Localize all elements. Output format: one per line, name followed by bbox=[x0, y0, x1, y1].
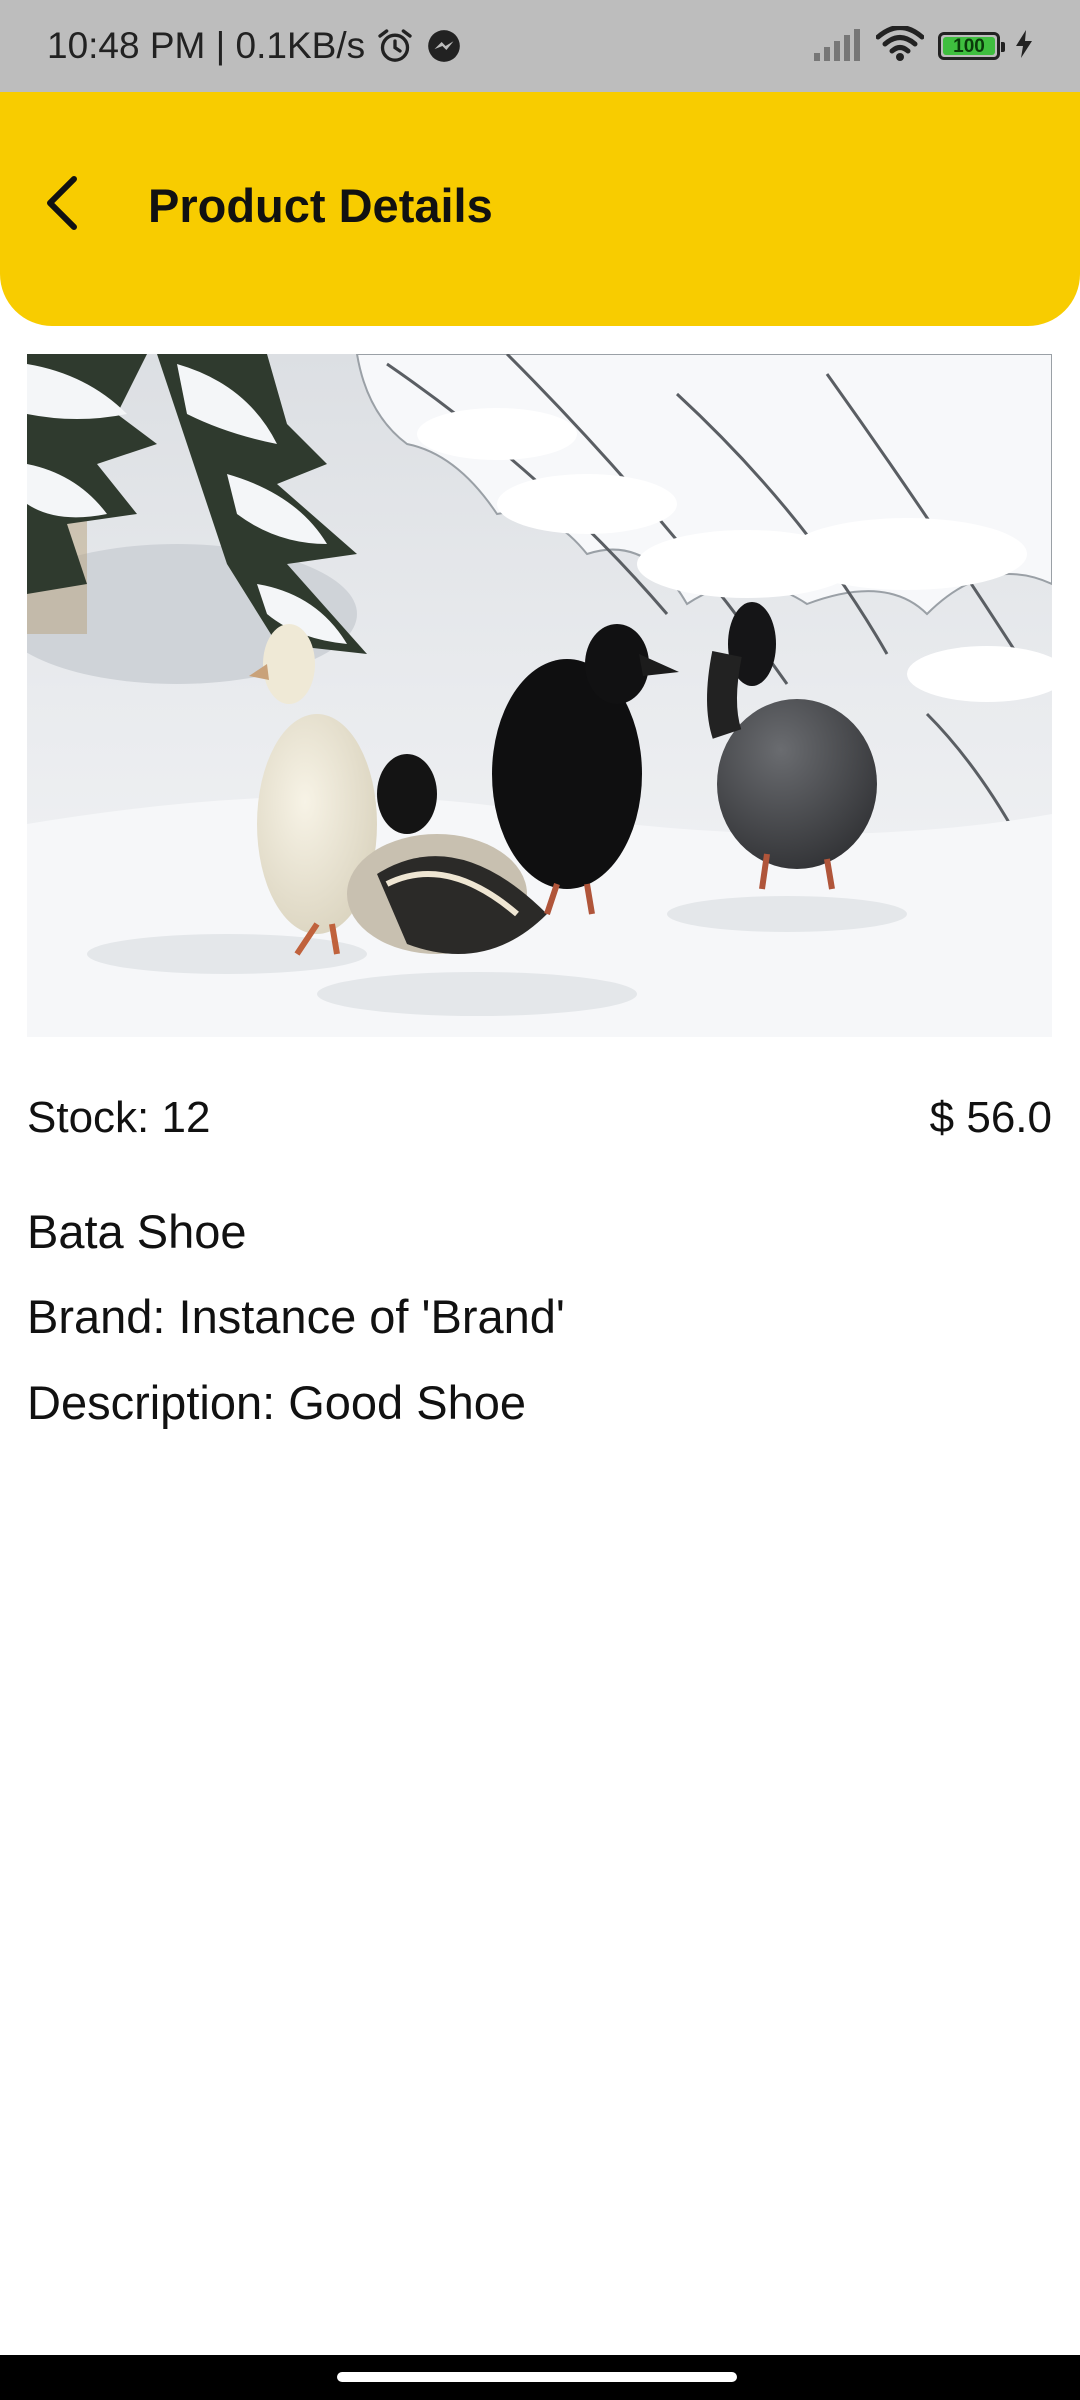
product-brand: Brand: Instance of 'Brand' bbox=[27, 1290, 565, 1343]
page-title: Product Details bbox=[148, 179, 493, 232]
messenger-icon bbox=[425, 27, 463, 65]
product-image bbox=[27, 354, 1052, 1037]
battery-level: 100 bbox=[953, 35, 985, 57]
status-left: 10:48 PM | 0.1KB/s bbox=[47, 0, 463, 92]
navigation-bar bbox=[0, 2355, 1080, 2400]
signal-icon bbox=[812, 27, 862, 66]
status-bar: 10:48 PM | 0.1KB/s 100 bbox=[0, 0, 1080, 92]
app-bar: Product Details bbox=[0, 92, 1080, 326]
stock-text: Stock: 12 bbox=[27, 1093, 211, 1142]
charging-icon bbox=[1014, 29, 1034, 64]
back-button[interactable] bbox=[28, 168, 98, 238]
price-text: $ 56.0 bbox=[929, 1093, 1052, 1142]
status-right: 100 bbox=[812, 0, 1034, 92]
stock-price-row: Stock: 12 $ 56.0 bbox=[27, 1090, 1052, 1146]
home-indicator[interactable] bbox=[337, 2372, 737, 2382]
alarm-icon bbox=[375, 26, 415, 66]
status-time-speed: 10:48 PM | 0.1KB/s bbox=[47, 25, 366, 66]
product-name: Bata Shoe bbox=[27, 1205, 247, 1258]
battery-icon: 100 bbox=[938, 32, 1005, 60]
chevron-left-icon bbox=[47, 176, 77, 230]
product-description: Description: Good Shoe bbox=[27, 1376, 527, 1429]
wifi-icon bbox=[875, 24, 925, 67]
